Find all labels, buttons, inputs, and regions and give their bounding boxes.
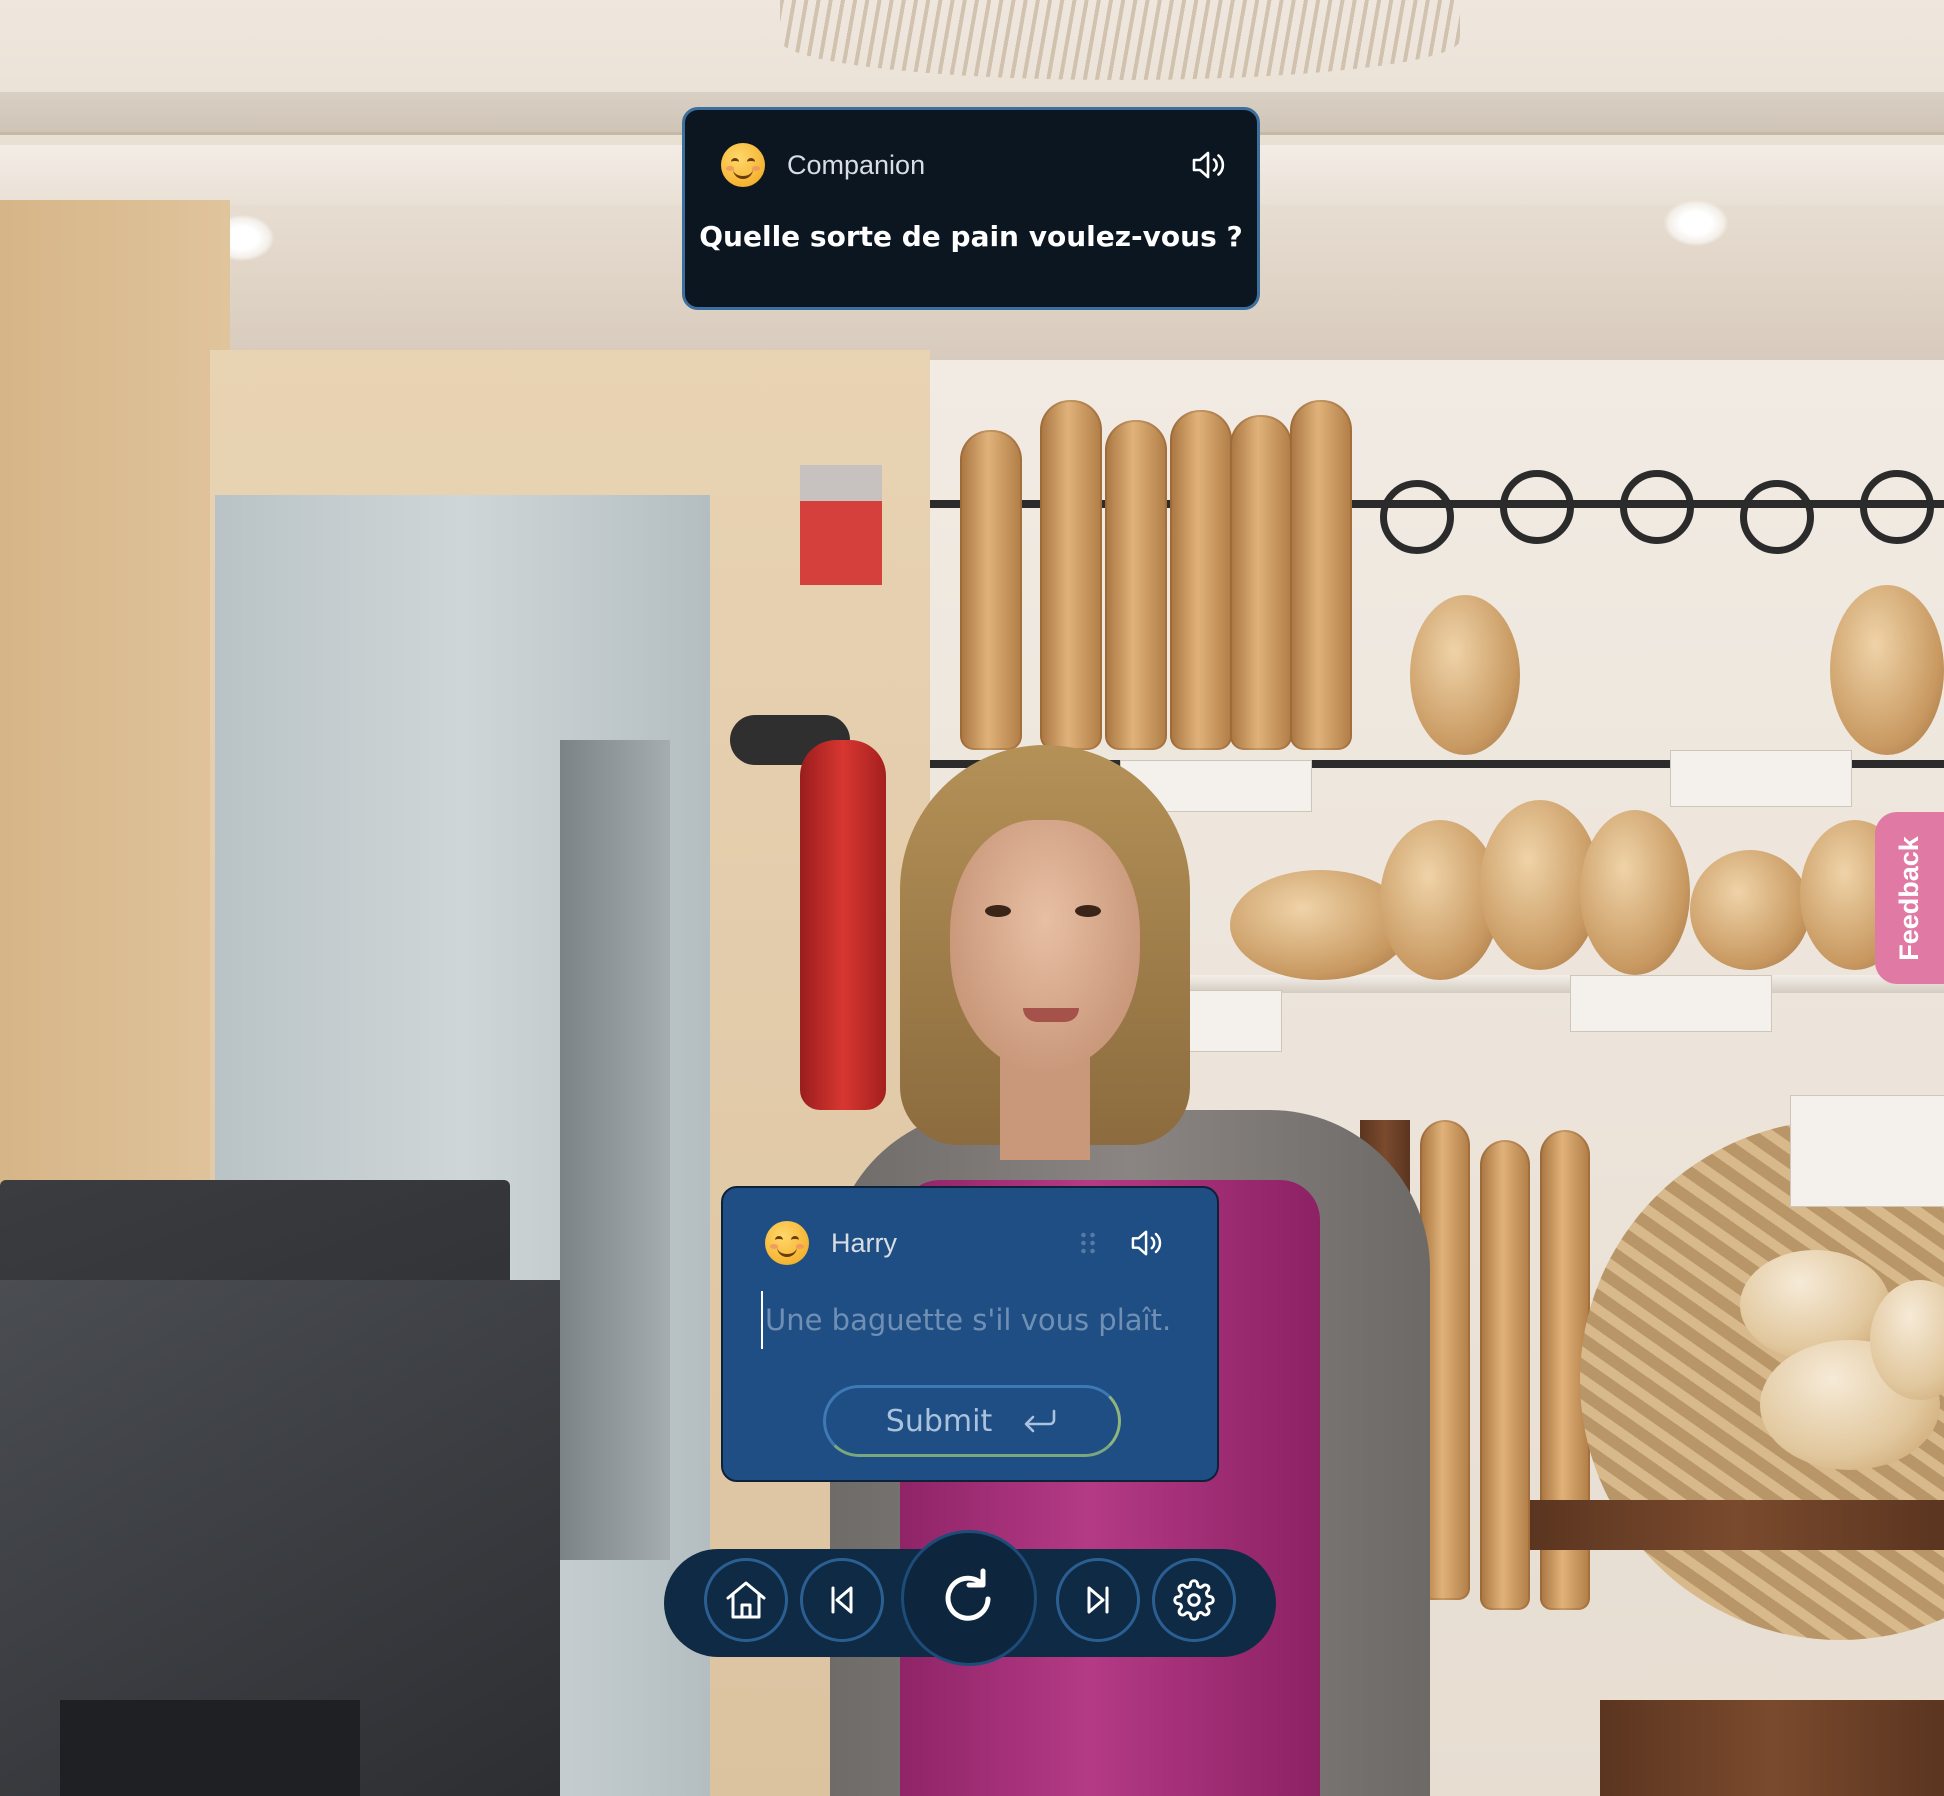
answer-input[interactable] — [761, 1291, 1197, 1349]
rack-scroll — [1500, 470, 1574, 544]
wheat-decoration — [780, 0, 1460, 80]
user-name: Harry — [831, 1227, 897, 1258]
submit-label: Submit — [885, 1403, 993, 1439]
shopkeeper-eye — [985, 905, 1011, 917]
smiling-face-icon — [721, 143, 765, 187]
home-button[interactable] — [704, 1558, 788, 1642]
rack-scroll — [1740, 480, 1814, 554]
wooden-counter — [1600, 1700, 1944, 1796]
smiling-face-icon — [765, 1221, 809, 1265]
baguette — [1290, 400, 1352, 750]
baguette — [1105, 420, 1167, 750]
wooden-counter — [1530, 1500, 1944, 1550]
price-tag — [1180, 990, 1282, 1052]
price-tag — [1570, 975, 1772, 1032]
feedback-label: Feedback — [1894, 835, 1924, 961]
settings-button[interactable] — [1152, 1558, 1236, 1642]
bread-shelf — [1170, 975, 1944, 993]
speaker-icon — [1131, 1230, 1162, 1256]
price-tag — [1790, 1095, 1944, 1207]
bread-loaf — [1410, 595, 1520, 755]
enter-arrow-icon — [1022, 1408, 1058, 1434]
ceiling-light — [1664, 200, 1728, 246]
baguette — [960, 430, 1022, 750]
user-header: Harry — [765, 1218, 1167, 1268]
gear-icon — [1173, 1579, 1215, 1621]
safety-sign — [800, 465, 882, 585]
companion-header: Companion — [721, 140, 1229, 190]
price-tag — [1670, 750, 1852, 807]
user-response-card: Harry Submit — [721, 1186, 1219, 1482]
shopkeeper-eye — [1075, 905, 1101, 917]
skip-back-icon — [831, 1586, 853, 1614]
companion-message: Quelle sorte de pain voulez-vous ? — [699, 220, 1243, 253]
user-audio-button[interactable] — [1127, 1223, 1167, 1263]
shopkeeper-face — [950, 820, 1140, 1070]
restart-icon — [945, 1568, 991, 1621]
restart-button[interactable] — [901, 1530, 1037, 1666]
companion-speech-card: Companion Quelle sorte de pain voulez-vo… — [682, 107, 1260, 310]
rack-scroll — [1620, 470, 1694, 544]
bread-loaf — [1580, 810, 1690, 975]
shopkeeper-mouth — [1023, 1008, 1079, 1022]
back-room-door — [560, 740, 670, 1560]
baguette — [1230, 415, 1292, 750]
rack-scroll — [1380, 480, 1454, 554]
drag-handle-icon[interactable] — [1079, 1231, 1097, 1255]
baguette — [1170, 410, 1232, 750]
playback-control-bar — [664, 1530, 1276, 1666]
feedback-tab[interactable]: Feedback — [1875, 812, 1944, 984]
companion-name: Companion — [787, 149, 926, 180]
bread-loaf — [1690, 850, 1810, 970]
previous-button[interactable] — [800, 1558, 884, 1642]
rack-scroll — [1860, 470, 1934, 544]
bread-loaf — [1830, 585, 1944, 755]
baguette — [1480, 1140, 1530, 1610]
speaker-icon — [1192, 151, 1225, 179]
companion-audio-button[interactable] — [1189, 145, 1229, 185]
submit-button[interactable]: Submit — [823, 1385, 1121, 1457]
next-button[interactable] — [1056, 1558, 1140, 1642]
home-icon — [726, 1581, 766, 1619]
register-base — [60, 1700, 360, 1796]
fire-extinguisher — [800, 740, 886, 1110]
skip-forward-icon — [1087, 1586, 1109, 1614]
baguette — [1040, 400, 1102, 750]
